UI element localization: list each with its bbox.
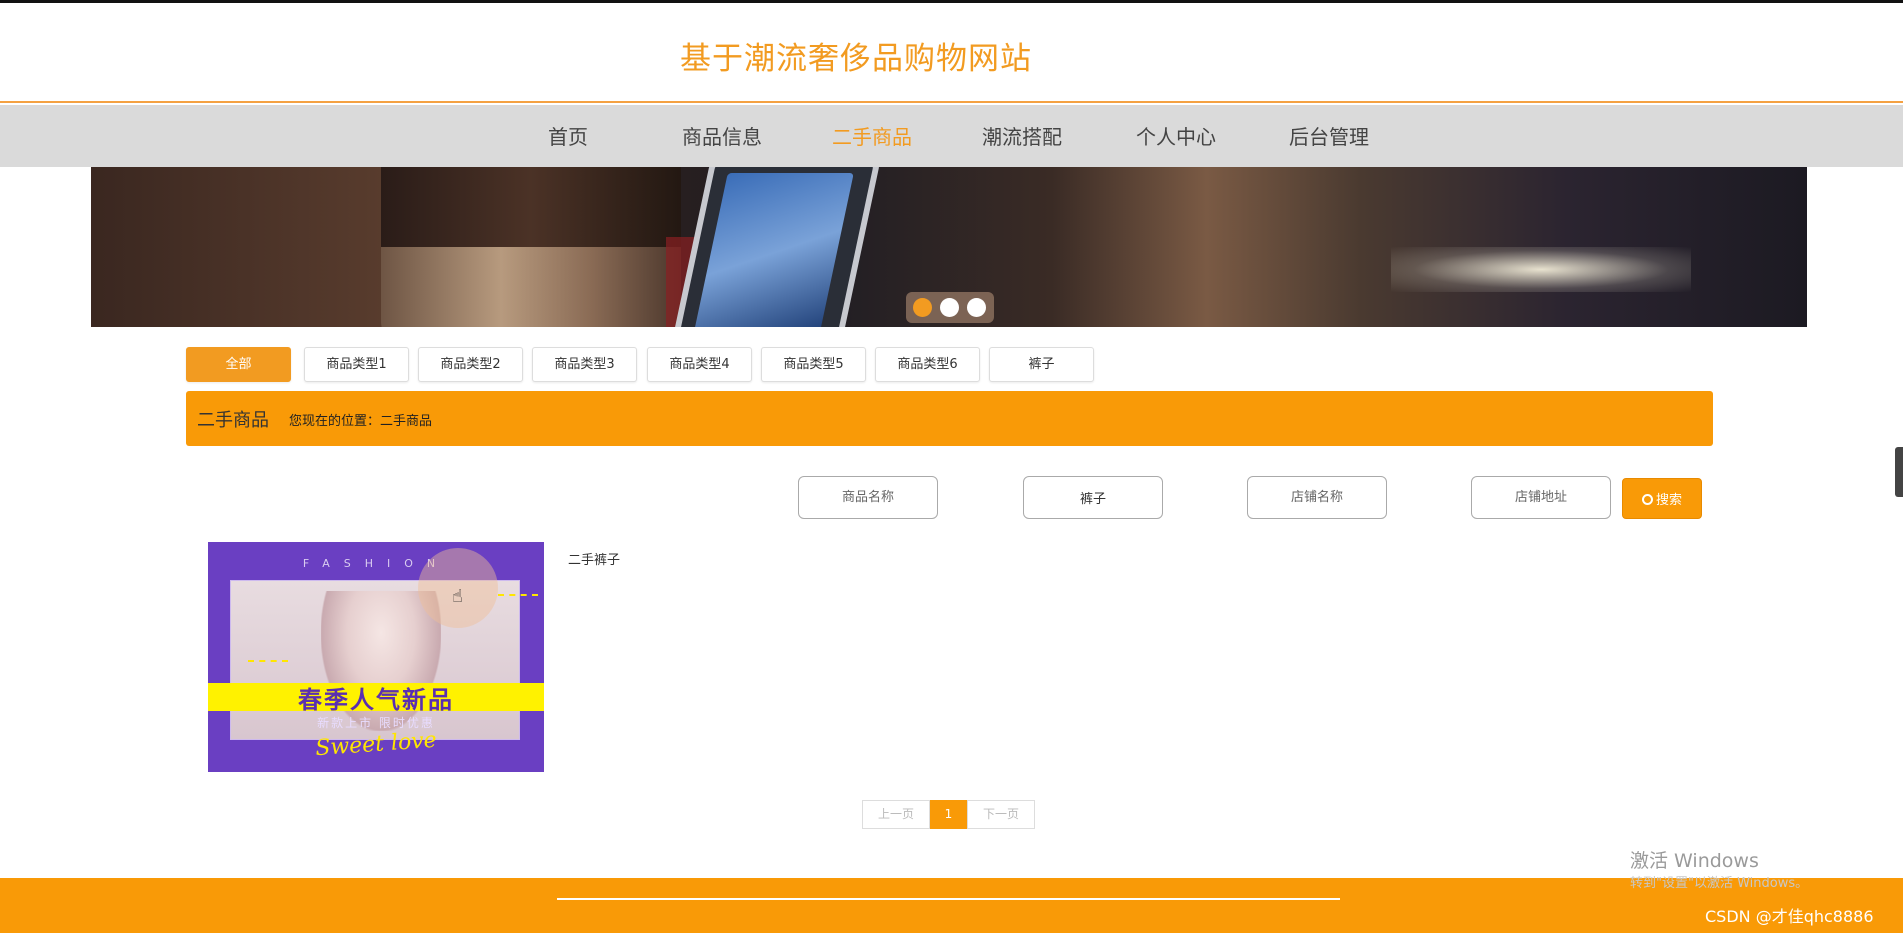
- carousel-dot-2[interactable]: [940, 298, 959, 317]
- shop-name-input[interactable]: [1247, 476, 1387, 519]
- side-handle[interactable]: [1895, 447, 1903, 497]
- site-header: 基于潮流奢侈品购物网站: [0, 3, 1903, 103]
- carousel-indicators: [906, 292, 994, 323]
- windows-activation-title: 激活 Windows: [1630, 850, 1759, 872]
- banner-decoration: [670, 167, 882, 327]
- carousel-dot-1[interactable]: [913, 298, 932, 317]
- nav-item-personal-center[interactable]: 个人中心: [1136, 121, 1216, 150]
- decoration-wave: [498, 594, 538, 600]
- category-tab-type5[interactable]: 商品类型5: [761, 347, 866, 382]
- nav-item-admin[interactable]: 后台管理: [1289, 121, 1369, 150]
- breadcrumb-location: 您现在的位置：二手商品: [289, 414, 433, 429]
- prev-page-button[interactable]: 上一页: [862, 800, 930, 829]
- product-image-headline: 春季人气新品: [298, 685, 454, 714]
- category-tab-type4[interactable]: 商品类型4: [647, 347, 752, 382]
- nav-item-home[interactable]: 首页: [548, 121, 588, 150]
- breadcrumb: 二手商品 您现在的位置：二手商品: [186, 391, 1713, 446]
- product-image[interactable]: FASHION 春季人气新品 新款上市 限时优惠 Sweet love ☝: [208, 542, 544, 772]
- category-tab-pants[interactable]: 裤子: [989, 347, 1094, 382]
- site-title: 基于潮流奢侈品购物网站: [680, 41, 1032, 77]
- category-tab-type3[interactable]: 商品类型3: [532, 347, 637, 382]
- nav-item-secondhand[interactable]: 二手商品: [832, 121, 912, 150]
- product-type-input[interactable]: [1023, 476, 1163, 519]
- search-button[interactable]: 搜索: [1622, 478, 1702, 519]
- footer-divider: [557, 898, 1340, 900]
- page-title: 二手商品: [197, 410, 269, 431]
- banner-decoration: [1391, 247, 1691, 292]
- category-tab-all[interactable]: 全部: [186, 347, 291, 382]
- next-page-button[interactable]: 下一页: [967, 800, 1035, 829]
- page-number-current[interactable]: 1: [930, 800, 967, 829]
- product-name[interactable]: 二手裤子: [568, 549, 620, 568]
- category-tab-type2[interactable]: 商品类型2: [418, 347, 523, 382]
- product-image-text: FASHION: [302, 557, 450, 570]
- hand-cursor-icon: ☝: [452, 586, 463, 607]
- nav-item-products[interactable]: 商品信息: [682, 121, 762, 150]
- csdn-watermark: CSDN @才佳qhc8886: [1705, 907, 1874, 926]
- category-tab-type6[interactable]: 商品类型6: [875, 347, 980, 382]
- banner-decoration: [693, 173, 854, 327]
- banner-decoration: [381, 167, 681, 247]
- carousel-dot-3[interactable]: [967, 298, 986, 317]
- search-button-label: 搜索: [1655, 492, 1682, 507]
- search-icon: [1641, 494, 1653, 505]
- nav-item-fashion-match[interactable]: 潮流搭配: [982, 121, 1062, 150]
- site-footer: [0, 878, 1903, 933]
- windows-activation-subtitle: 转到"设置"以激活 Windows。: [1630, 876, 1809, 891]
- shop-address-input[interactable]: [1471, 476, 1611, 519]
- main-nav: 首页 商品信息 二手商品 潮流搭配 个人中心 后台管理: [0, 105, 1903, 167]
- category-tab-type1[interactable]: 商品类型1: [304, 347, 409, 382]
- decoration-wave: [248, 660, 288, 666]
- product-name-input[interactable]: [798, 476, 938, 519]
